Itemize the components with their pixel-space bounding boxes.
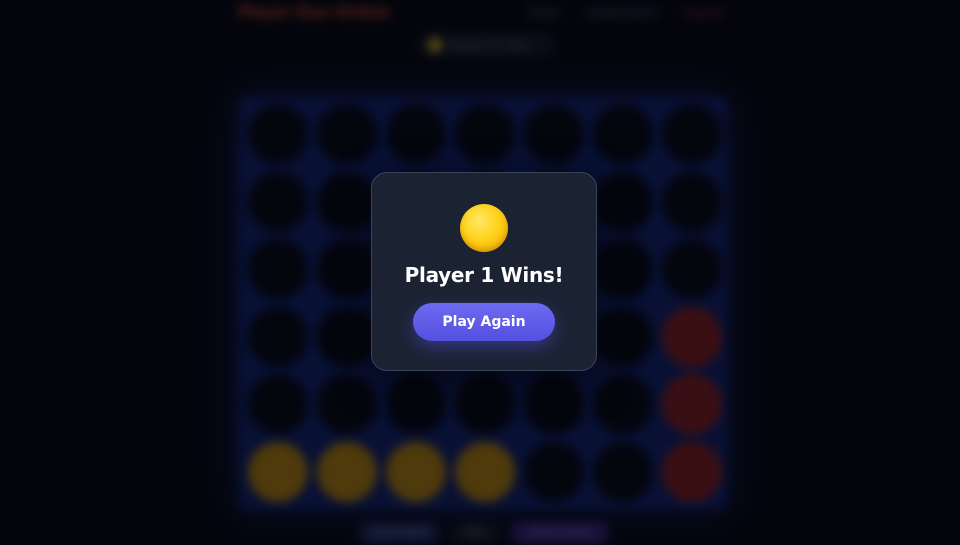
- win-dialog: Player 1 Wins! Play Again: [371, 172, 597, 371]
- yellow-disc-icon: [460, 204, 508, 252]
- winner-title: Player 1 Wins!: [404, 263, 564, 287]
- play-again-button[interactable]: Play Again: [413, 303, 555, 341]
